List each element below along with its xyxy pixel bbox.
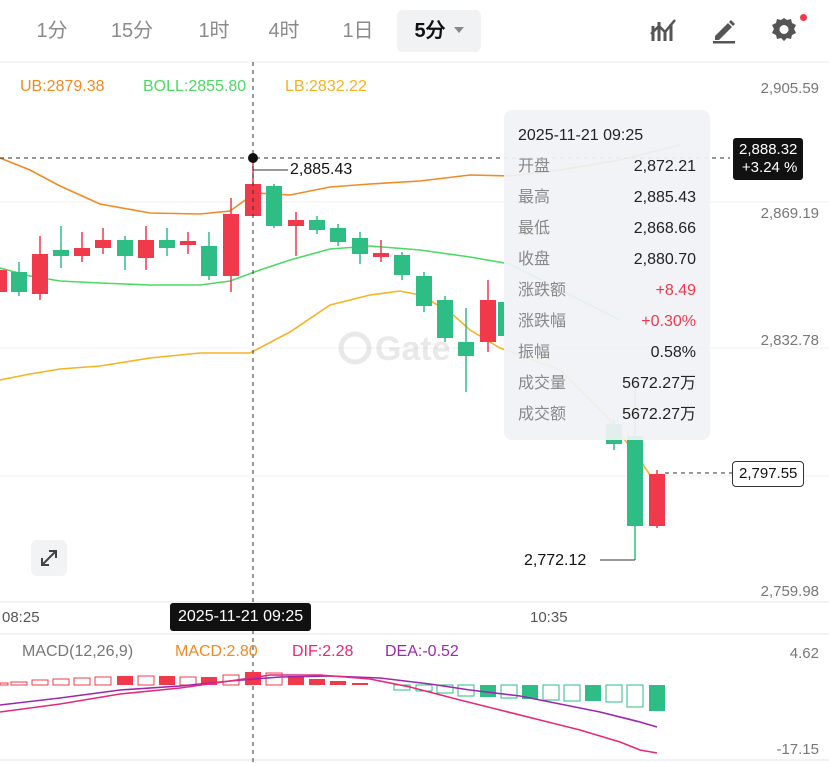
- tooltip-date: 2025-11-21 09:25: [518, 127, 644, 144]
- price-axis-label: 2,759.98: [760, 583, 819, 600]
- tooltip-value: 0.58%: [650, 344, 696, 361]
- tooltip-label: 最低: [518, 220, 551, 237]
- tooltip-row-close: 收盘 2,880.70: [518, 249, 696, 271]
- current-price-tag: 2,888.32 +3.24 %: [733, 138, 804, 180]
- tooltip-row-high: 最高 2,885.43: [518, 187, 696, 209]
- macd-axis-bottom: -17.15: [776, 741, 819, 758]
- time-axis-mid: 10:35: [530, 609, 568, 626]
- dea-line: [0, 675, 658, 728]
- tooltip-row-volume: 成交量 5672.27万: [518, 373, 696, 395]
- high-price-marker: 2,885.43: [290, 161, 353, 178]
- dea-value: DEA:-0.52: [385, 643, 459, 660]
- tooltip-row-turnover: 成交额 5672.27万: [518, 404, 696, 426]
- tooltip-value: +8.49: [655, 282, 696, 299]
- tooltip-row-change: 涨跌额 +8.49: [518, 280, 696, 302]
- tooltip-value: +0.30%: [641, 313, 696, 330]
- fullscreen-button[interactable]: [31, 540, 67, 576]
- macd-axis-top: 4.62: [789, 645, 819, 662]
- tooltip-value: 2,872.21: [633, 158, 696, 175]
- tooltip-label: 成交量: [518, 375, 567, 392]
- expand-icon: [41, 550, 57, 566]
- tooltip-value: 2,880.70: [633, 251, 696, 268]
- tooltip-label: 振幅: [518, 344, 551, 361]
- tooltip-row-change-pct: 涨跌幅 +0.30%: [518, 311, 696, 333]
- tooltip-label: 最高: [518, 189, 551, 206]
- current-change: +3.24 %: [741, 159, 798, 176]
- lb-legend: LB:2832.22: [285, 78, 367, 95]
- tooltip-value: 2,868.66: [633, 220, 696, 237]
- current-price: 2,888.32: [739, 141, 798, 158]
- tooltip-row-open: 开盘 2,872.21: [518, 156, 696, 178]
- crosshair-dot: [248, 153, 258, 163]
- price-axis-label: 2,905.59: [760, 80, 819, 97]
- tooltip-label: 成交额: [518, 406, 567, 423]
- time-axis-start: 08:25: [2, 609, 40, 626]
- macd-value: MACD:2.80: [175, 643, 258, 660]
- candle-tooltip: 2025-11-21 09:25 开盘 2,872.21 最高 2,885.43 最…: [504, 110, 710, 440]
- tooltip-row-low: 最低 2,868.66: [518, 218, 696, 240]
- boll-legend: BOLL:2855.80: [143, 78, 247, 95]
- watermark-logo: Gate: [338, 330, 451, 368]
- crosshair-time-tag: 2025-11-21 09:25: [170, 603, 312, 631]
- tooltip-value: 5672.27万: [622, 375, 696, 392]
- tooltip-row-amplitude: 振幅 0.58%: [518, 342, 696, 364]
- price-axis-label: 2,869.19: [760, 205, 819, 222]
- tooltip-value: 2,885.43: [633, 189, 696, 206]
- macd-title: MACD(12,26,9): [22, 643, 134, 660]
- tooltip-label: 涨跌幅: [518, 313, 567, 330]
- tooltip-label: 开盘: [518, 158, 551, 175]
- low-price-marker: 2,772.12: [524, 552, 587, 569]
- ub-legend: UB:2879.38: [20, 78, 105, 95]
- tooltip-label: 收盘: [518, 251, 551, 268]
- last-price-tag: 2,797.55: [732, 461, 805, 487]
- dif-line: [0, 674, 658, 754]
- price-axis-label: 2,832.78: [760, 332, 819, 349]
- tooltip-label: 涨跌额: [518, 282, 567, 299]
- tooltip-value: 5672.27万: [622, 406, 696, 423]
- dif-value: DIF:2.28: [292, 643, 354, 660]
